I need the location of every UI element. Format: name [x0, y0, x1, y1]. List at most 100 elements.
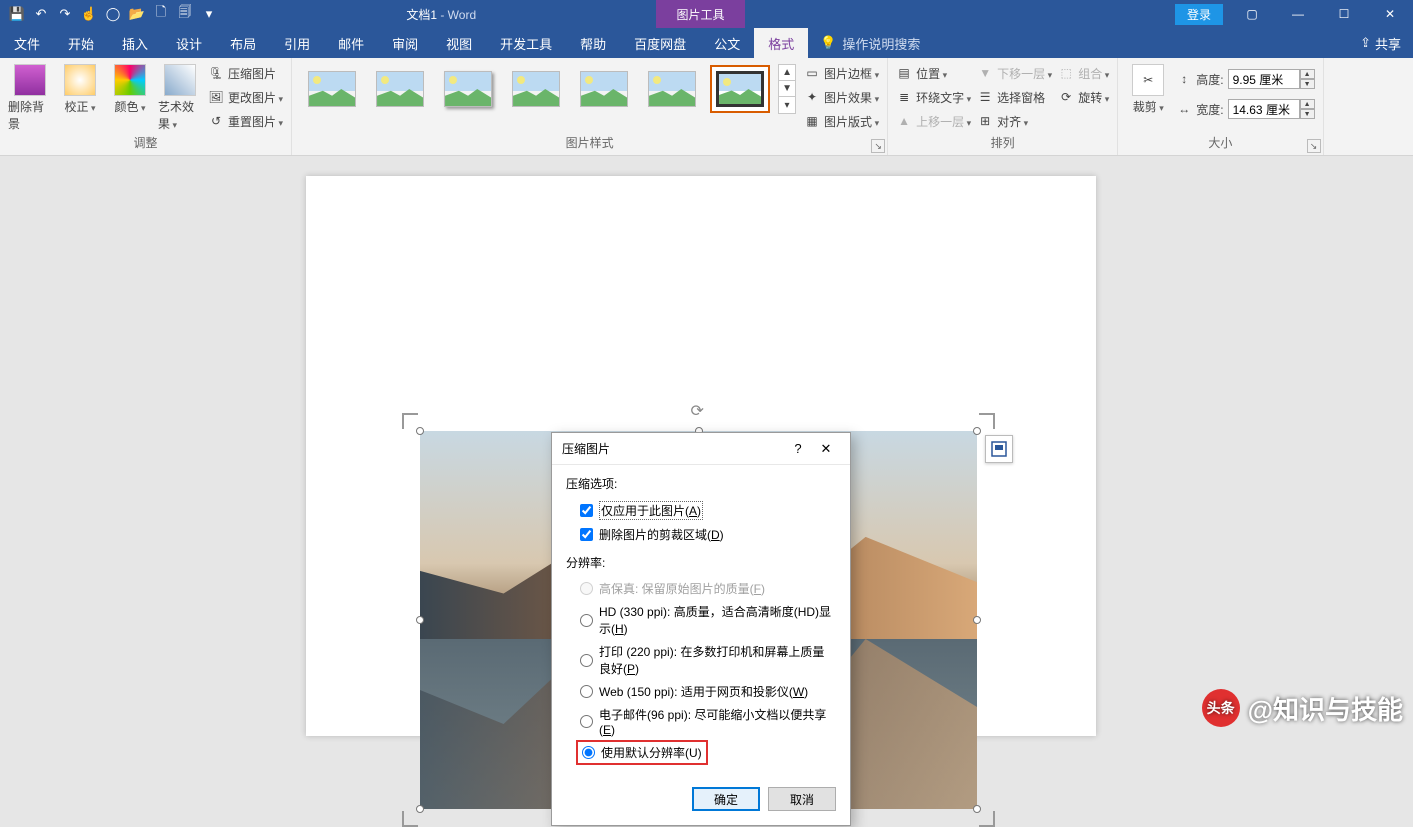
size-dialog-launcher[interactable]: ↘ [1307, 139, 1321, 153]
ribbon-display-icon[interactable]: ▢ [1229, 0, 1275, 28]
res-default-radio[interactable] [582, 746, 595, 759]
style-item-4[interactable] [506, 65, 566, 113]
corrections-button[interactable]: 校正 [58, 62, 102, 115]
open-icon[interactable]: 📂 [126, 3, 148, 25]
dialog-title-bar[interactable]: 压缩图片 ? ✕ [552, 433, 850, 465]
bring-forward-button[interactable]: ▲上移一层 [896, 110, 971, 132]
share-button[interactable]: ⇪ 共享 [1360, 28, 1401, 58]
crop-button[interactable]: ✂ 裁剪 [1126, 62, 1170, 115]
dialog-close-icon[interactable]: ✕ [812, 435, 840, 463]
tab-layout[interactable]: 布局 [216, 28, 270, 58]
gallery-more-icon[interactable]: ▾ [779, 97, 795, 113]
width-input[interactable] [1228, 99, 1300, 119]
new-doc-icon[interactable]: 🗋 [150, 3, 172, 25]
style-item-1[interactable] [302, 65, 362, 113]
forward-icon: ▲ [896, 113, 912, 129]
maximize-icon[interactable]: ☐ [1321, 0, 1367, 28]
resolution-heading: 分辨率: [566, 554, 836, 571]
height-down-icon[interactable]: ▼ [1300, 79, 1315, 89]
tab-insert[interactable]: 插入 [108, 28, 162, 58]
group-arrange: ▤位置 ≣环绕文字 ▲上移一层 ▼下移一层 ☰选择窗格 ⊞对齐 ⬚组合 ⟳旋转 … [888, 58, 1118, 155]
save-icon[interactable]: 💾 [6, 3, 28, 25]
tab-baidu[interactable]: 百度网盘 [620, 28, 700, 58]
qat-more-icon[interactable]: ▾ [198, 3, 220, 25]
tell-me-search[interactable]: 💡 操作说明搜索 [808, 28, 932, 58]
ok-button[interactable]: 确定 [692, 787, 760, 811]
res-email-row[interactable]: 电子邮件(96 ppi): 尽可能缩小文档以便共享(E) [566, 703, 836, 740]
undo-icon[interactable]: ↶ [30, 3, 52, 25]
width-up-icon[interactable]: ▲ [1300, 99, 1315, 109]
tab-design[interactable]: 设计 [162, 28, 216, 58]
style-item-2[interactable] [370, 65, 430, 113]
position-button[interactable]: ▤位置 [896, 62, 971, 84]
tab-view[interactable]: 视图 [432, 28, 486, 58]
rotate-button[interactable]: ⟳旋转 [1058, 86, 1109, 108]
artistic-effects-button[interactable]: 艺术效果 [158, 62, 202, 132]
touch-mode-icon[interactable]: ☝ [78, 3, 100, 25]
res-hd-row[interactable]: HD (330 ppi): 高质量，适合高清晰度(HD)显示(H) [566, 600, 836, 640]
style-item-7[interactable] [710, 65, 770, 113]
res-print-row[interactable]: 打印 (220 ppi): 在多数打印机和屏幕上质量良好(P) [566, 640, 836, 680]
share-label: 共享 [1375, 34, 1401, 53]
remove-background-button[interactable]: 删除背景 [8, 62, 52, 132]
color-button[interactable]: 颜色 [108, 62, 152, 115]
redo-icon[interactable]: ↷ [54, 3, 76, 25]
res-web-row[interactable]: Web (150 ppi): 适用于网页和投影仪(W) [566, 680, 836, 703]
change-picture-button[interactable]: 🖼更改图片 [208, 86, 283, 108]
wrap-text-button[interactable]: ≣环绕文字 [896, 86, 971, 108]
tab-mailings[interactable]: 邮件 [324, 28, 378, 58]
gallery-up-icon[interactable]: ▲ [779, 65, 795, 81]
picture-border-button[interactable]: ▭图片边框 [804, 62, 879, 84]
height-up-icon[interactable]: ▲ [1300, 69, 1315, 79]
picture-layout-button[interactable]: ▦图片版式 [804, 110, 879, 132]
tab-format[interactable]: 格式 [754, 28, 808, 58]
minimize-icon[interactable]: — [1275, 0, 1321, 28]
rotate-handle-icon[interactable]: ⟳ [691, 401, 707, 417]
delete-crop-checkbox[interactable] [580, 528, 593, 541]
login-button[interactable]: 登录 [1175, 4, 1223, 25]
res-print-radio[interactable] [580, 654, 593, 667]
cancel-button[interactable]: 取消 [768, 787, 836, 811]
tab-review[interactable]: 审阅 [378, 28, 432, 58]
apply-only-checkbox-row[interactable]: 仅应用于此图片(A) [566, 498, 836, 523]
width-down-icon[interactable]: ▼ [1300, 109, 1315, 119]
selection-pane-button[interactable]: ☰选择窗格 [977, 86, 1052, 108]
delete-crop-label: 删除图片的剪裁区域(D) [599, 526, 724, 543]
reset-picture-button[interactable]: ↺重置图片 [208, 110, 283, 132]
resize-handle-l[interactable] [416, 616, 424, 624]
resize-handle-r[interactable] [973, 616, 981, 624]
picture-effects-button[interactable]: ✦图片效果 [804, 86, 879, 108]
group-obj-label: 组合 [1078, 65, 1109, 82]
style-item-5[interactable] [574, 65, 634, 113]
tab-references[interactable]: 引用 [270, 28, 324, 58]
group-styles-label: 图片样式 [300, 132, 879, 153]
align-button[interactable]: ⊞对齐 [977, 110, 1052, 132]
group-button[interactable]: ⬚组合 [1058, 62, 1109, 84]
tab-gongwen[interactable]: 公文 [700, 28, 754, 58]
tab-home[interactable]: 开始 [54, 28, 108, 58]
res-web-radio[interactable] [580, 685, 593, 698]
res-email-radio[interactable] [580, 715, 593, 728]
tab-file[interactable]: 文件 [0, 28, 54, 58]
apply-only-checkbox[interactable] [580, 504, 593, 517]
gallery-down-icon[interactable]: ▼ [779, 81, 795, 97]
style-item-3[interactable] [438, 65, 498, 113]
tab-help[interactable]: 帮助 [566, 28, 620, 58]
height-input[interactable] [1228, 69, 1300, 89]
dialog-help-icon[interactable]: ? [784, 435, 812, 463]
circle-icon[interactable]: ◯ [102, 3, 124, 25]
layout-options-button[interactable] [985, 435, 1013, 463]
tab-developer[interactable]: 开发工具 [486, 28, 566, 58]
compress-pictures-button[interactable]: 🗜压缩图片 [208, 62, 283, 84]
delete-crop-checkbox-row[interactable]: 删除图片的剪裁区域(D) [566, 523, 836, 546]
close-icon[interactable]: ✕ [1367, 0, 1413, 28]
height-row: ↕ 高度: ▲▼ [1176, 68, 1314, 90]
styles-dialog-launcher[interactable]: ↘ [871, 139, 885, 153]
copy-icon[interactable]: 🗐 [174, 3, 196, 25]
title-bar: 💾 ↶ ↷ ☝ ◯ 📂 🗋 🗐 ▾ 文档1 - Word 图片工具 登录 ▢ —… [0, 0, 1413, 28]
res-default-row[interactable]: 使用默认分辨率(U) [576, 740, 708, 765]
change-icon: 🖼 [208, 89, 224, 105]
res-hd-radio[interactable] [580, 614, 593, 627]
send-backward-button[interactable]: ▼下移一层 [977, 62, 1052, 84]
style-item-6[interactable] [642, 65, 702, 113]
